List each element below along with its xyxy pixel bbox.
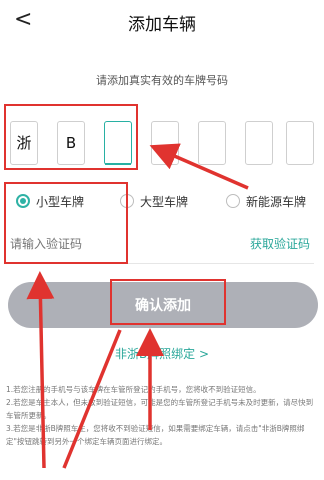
confirm-add-button[interactable]: 确认添加 xyxy=(8,282,318,328)
plate-input-group: 浙 B xyxy=(10,121,314,165)
radio-unchecked-icon xyxy=(226,194,240,208)
plate-instruction: 请添加真实有效的车牌号码 xyxy=(96,74,228,87)
plate-type-selector: 小型车牌 大型车牌 新能源车牌 xyxy=(0,190,324,212)
plate-type-label: 小型车牌 xyxy=(36,194,85,209)
plate-type-small[interactable]: 小型车牌 xyxy=(16,190,84,212)
get-code-button[interactable]: 获取验证码 xyxy=(250,232,310,256)
note-item: 2.若您是车主本人，但未收到验证短信，可能是您的车管所登记手机号未及时更新，请尽… xyxy=(6,398,314,420)
radio-checked-icon xyxy=(16,194,30,208)
plate-type-large[interactable]: 大型车牌 xyxy=(120,190,188,212)
radio-unchecked-icon xyxy=(120,194,134,208)
note-item: 3.若您是非浙B牌照车主，您将收不到验证短信，如果需要绑定车辆，请点击"非浙B牌… xyxy=(6,424,305,446)
plate-char-box-1[interactable]: 浙 xyxy=(10,121,38,165)
plate-char-box-3[interactable] xyxy=(104,121,132,165)
plate-type-label: 大型车牌 xyxy=(140,194,189,209)
plate-char-box-6[interactable] xyxy=(245,121,273,165)
note-item: 1.若您注册的手机号与该车牌在车管所登记的手机号，您将收不到验证短信。 xyxy=(6,385,261,394)
plate-type-new-energy[interactable]: 新能源车牌 xyxy=(226,190,306,212)
verification-code-input[interactable] xyxy=(10,232,210,256)
plate-char-box-4[interactable] xyxy=(151,121,179,165)
plate-char-box-5[interactable] xyxy=(198,121,226,165)
divider xyxy=(10,263,314,264)
nonlocal-plate-link[interactable]: 非浙B牌照绑定 > xyxy=(0,345,324,362)
plate-char-box-7[interactable] xyxy=(286,121,314,165)
page-title: 添加车辆 xyxy=(128,15,196,35)
notes: 1.若您注册的手机号与该车牌在车管所登记的手机号，您将收不到验证短信。 2.若您… xyxy=(6,383,318,448)
plate-type-label: 新能源车牌 xyxy=(246,194,307,209)
plate-char-box-2[interactable]: B xyxy=(57,121,85,165)
header: < 添加车辆 xyxy=(0,0,324,44)
